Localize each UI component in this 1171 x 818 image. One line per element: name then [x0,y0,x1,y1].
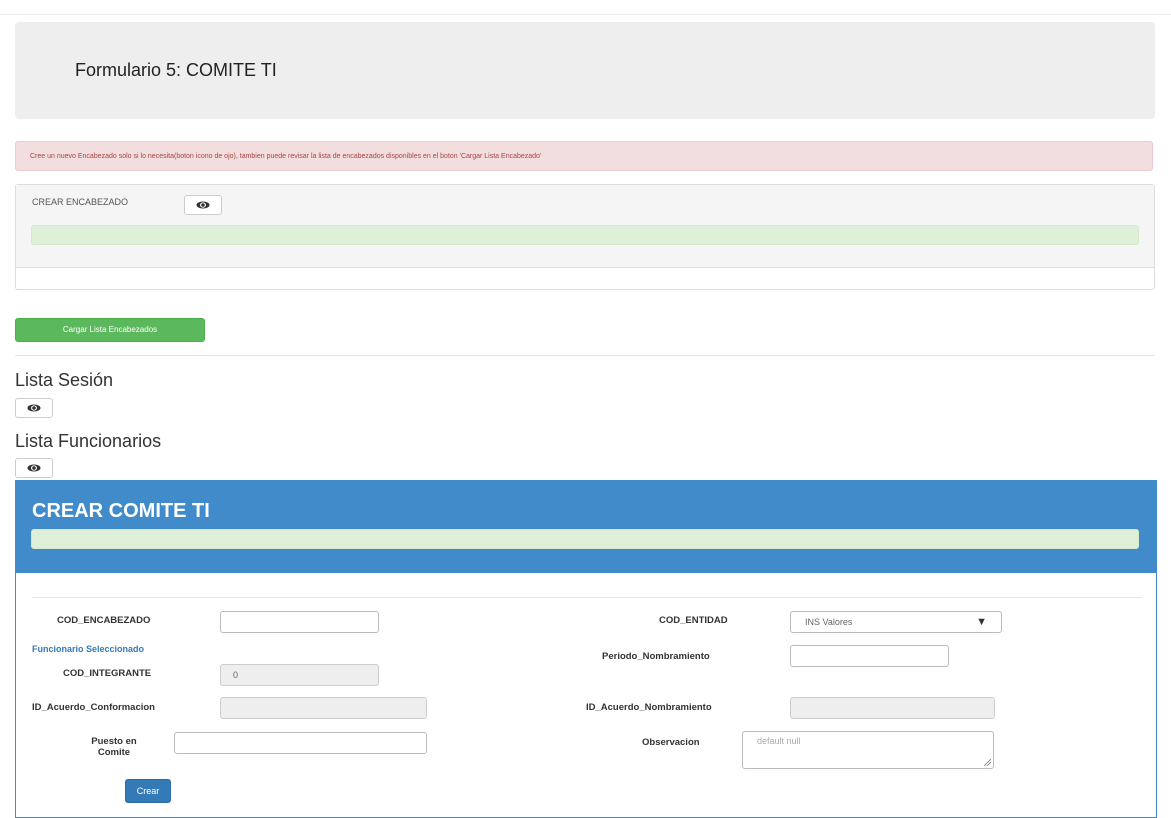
encabezado-success-bar [31,225,1139,245]
lista-sesion-heading: Lista Sesión [15,370,114,390]
puesto-label-line1: Puesto en [91,736,137,747]
crear-comite-title: CREAR COMITE TI [32,500,210,522]
cod-entidad-selected: INS Valores [805,617,853,627]
divider [15,355,1155,356]
eye-icon [27,464,41,472]
eye-icon [27,404,41,412]
page-title: Formulario 5: COMITE TI [75,60,277,80]
crear-comite-panel: CREAR COMITE TI COD_ENCABEZADO Funcionar… [15,480,1157,818]
crear-comite-heading: CREAR COMITE TI [16,481,1156,573]
id-acuerdo-nombramiento-label: ID_Acuerdo_Nombramiento [586,702,712,713]
cargar-lista-encabezados-button[interactable]: Cargar Lista Encabezados [15,318,205,342]
encabezado-panel-heading: CREAR ENCABEZADO [16,185,1154,268]
encabezado-label: CREAR ENCABEZADO [32,197,129,207]
observacion-placeholder: default null [757,736,801,746]
puesto-en-comite-label: Puesto en Comite [74,736,154,758]
form-divider [32,597,1142,598]
observacion-textarea[interactable]: default null [742,731,994,769]
comite-success-bar [31,529,1139,549]
cod-entidad-select[interactable]: INS Valores ▼ [790,611,1002,633]
toggle-lista-funcionarios-button[interactable] [15,458,53,478]
dropdown-arrow-icon: ▼ [976,616,987,628]
funcionario-seleccionado-label: Funcionario Seleccionado [32,644,145,654]
encabezado-panel: CREAR ENCABEZADO [15,184,1155,290]
cod-integrante-label: COD_INTEGRANTE [63,668,152,679]
crear-button[interactable]: Crear [125,779,171,803]
id-acuerdo-conformacion-label: ID_Acuerdo_Conformacion [32,702,155,713]
id-acuerdo-conformacion-input[interactable] [220,697,427,719]
cod-encabezado-input[interactable] [220,611,379,633]
top-border [0,0,1171,15]
toggle-encabezado-button[interactable] [184,195,222,215]
cod-entidad-label: COD_ENTIDAD [659,615,728,626]
resize-handle-icon[interactable] [983,758,991,766]
periodo-nombramiento-label: Periodo_Nombramiento [602,651,710,662]
lista-funcionarios-heading: Lista Funcionarios [15,431,162,451]
cod-integrante-input[interactable]: 0 [220,664,379,686]
id-acuerdo-nombramiento-input[interactable] [790,697,995,719]
toggle-lista-sesion-button[interactable] [15,398,53,418]
puesto-en-comite-input[interactable] [174,732,427,754]
cod-encabezado-label: COD_ENCABEZADO [57,615,151,626]
info-alert: Cree un nuevo Encabezado solo si lo nece… [15,141,1153,171]
page-header: Formulario 5: COMITE TI [15,22,1155,119]
eye-icon [196,201,210,209]
observacion-label: Observacion [642,737,700,748]
periodo-nombramiento-input[interactable] [790,645,949,667]
puesto-label-line2: Comite [97,747,131,758]
